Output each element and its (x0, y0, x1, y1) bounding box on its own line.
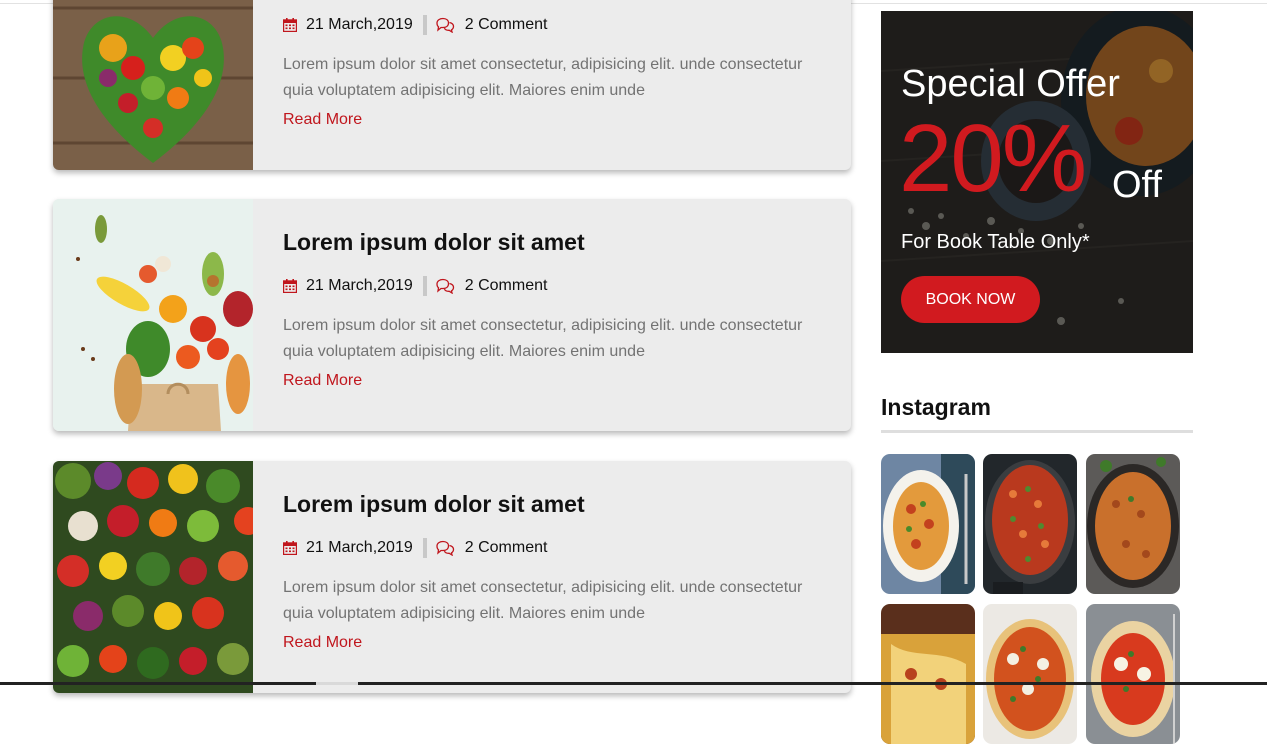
instagram-heading-underline (881, 430, 1193, 433)
post-thumbnail-grocery-bag[interactable] (53, 199, 253, 431)
book-now-button[interactable]: BOOK NOW (901, 276, 1040, 323)
post-date: 21 March,2019 (306, 277, 413, 294)
post-meta: 21 March,2019 2 Comment (283, 276, 547, 296)
read-more-link[interactable]: Read More (283, 372, 362, 390)
instagram-photo[interactable] (881, 454, 975, 594)
offer-title: Special Offer (901, 63, 1120, 105)
special-offer-banner: Special Offer 20% Off For Book Table Onl… (881, 11, 1193, 353)
read-more-link[interactable]: Read More (283, 634, 362, 652)
read-more-link[interactable]: Read More (283, 111, 362, 129)
post-thumbnail-vegetables[interactable] (53, 461, 253, 693)
blog-post-card: 21 March,2019 2 Comment Lorem ipsum dolo… (53, 0, 851, 170)
post-excerpt: Lorem ipsum dolor sit amet consectetur, … (283, 56, 803, 99)
offer-percent: 20% (899, 105, 1087, 212)
meta-separator (422, 276, 427, 296)
comment-icon (436, 17, 454, 33)
post-excerpt: Lorem ipsum dolor sit amet consectetur, … (283, 317, 803, 360)
meta-separator (422, 538, 427, 558)
comment-icon (436, 278, 454, 294)
post-comment-count[interactable]: 2 Comment (465, 539, 548, 557)
post-date: 21 March,2019 (306, 16, 413, 33)
post-meta: 21 March,2019 2 Comment (283, 538, 547, 558)
post-title[interactable]: Lorem ipsum dolor sit amet (283, 229, 585, 256)
instagram-photo[interactable] (1086, 604, 1180, 744)
instagram-photo[interactable] (881, 604, 975, 744)
offer-subtitle: For Book Table Only* (901, 231, 1090, 253)
post-comment-count[interactable]: 2 Comment (465, 277, 548, 295)
blog-post-card: Lorem ipsum dolor sit amet 21 March,2019… (53, 461, 851, 693)
meta-separator (422, 15, 427, 35)
calendar-icon (283, 279, 297, 293)
post-title[interactable]: Lorem ipsum dolor sit amet (283, 491, 585, 518)
post-date: 21 March,2019 (306, 539, 413, 556)
calendar-icon (283, 18, 297, 32)
instagram-photo[interactable] (1086, 454, 1180, 594)
post-meta: 21 March,2019 2 Comment (283, 15, 547, 35)
instagram-photo[interactable] (983, 604, 1077, 744)
comment-icon (436, 540, 454, 556)
calendar-icon (283, 541, 297, 555)
post-comment-count[interactable]: 2 Comment (465, 16, 548, 34)
post-excerpt: Lorem ipsum dolor sit amet consectetur, … (283, 579, 803, 622)
instagram-heading: Instagram (881, 394, 991, 420)
post-thumbnail-vegetable-heart[interactable] (53, 0, 253, 170)
blog-post-card: Lorem ipsum dolor sit amet 21 March,2019… (53, 199, 851, 431)
instagram-photo[interactable] (983, 454, 1077, 594)
offer-off-label: Off (1112, 164, 1162, 206)
